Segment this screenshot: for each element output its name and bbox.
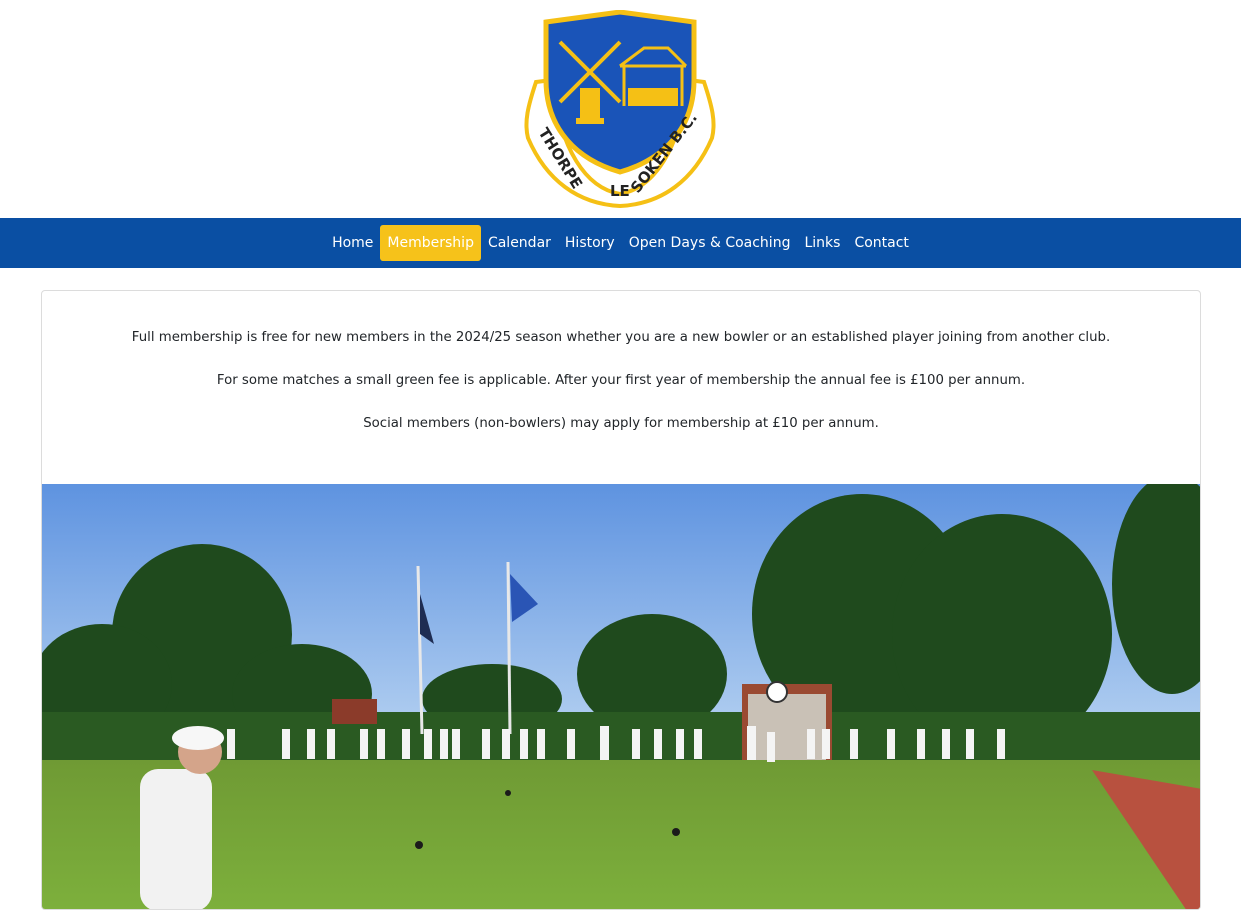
membership-card: Full membership is free for new members …: [41, 290, 1201, 910]
nav-membership[interactable]: Membership: [380, 225, 481, 261]
nav-list: Home Membership Calendar History Open Da…: [325, 225, 916, 261]
bowling-green-photo: [42, 484, 1200, 909]
site-header: THORPE LE SOKEN B.C.: [0, 0, 1241, 218]
nav-history[interactable]: History: [558, 225, 622, 261]
membership-paragraph-fee: For some matches a small green fee is ap…: [216, 373, 1026, 388]
membership-paragraph-free: Full membership is free for new members …: [131, 330, 1111, 345]
nav-open-days-coaching[interactable]: Open Days & Coaching: [622, 225, 798, 261]
nav-calendar[interactable]: Calendar: [481, 225, 558, 261]
membership-text: Full membership is free for new members …: [42, 291, 1200, 433]
nav-links[interactable]: Links: [797, 225, 847, 261]
main-navbar: Home Membership Calendar History Open Da…: [0, 218, 1241, 268]
club-logo[interactable]: THORPE LE SOKEN B.C.: [516, 10, 726, 210]
membership-paragraph-social: Social members (non-bowlers) may apply f…: [363, 416, 879, 431]
nav-contact[interactable]: Contact: [847, 225, 915, 261]
nav-home[interactable]: Home: [325, 225, 380, 261]
